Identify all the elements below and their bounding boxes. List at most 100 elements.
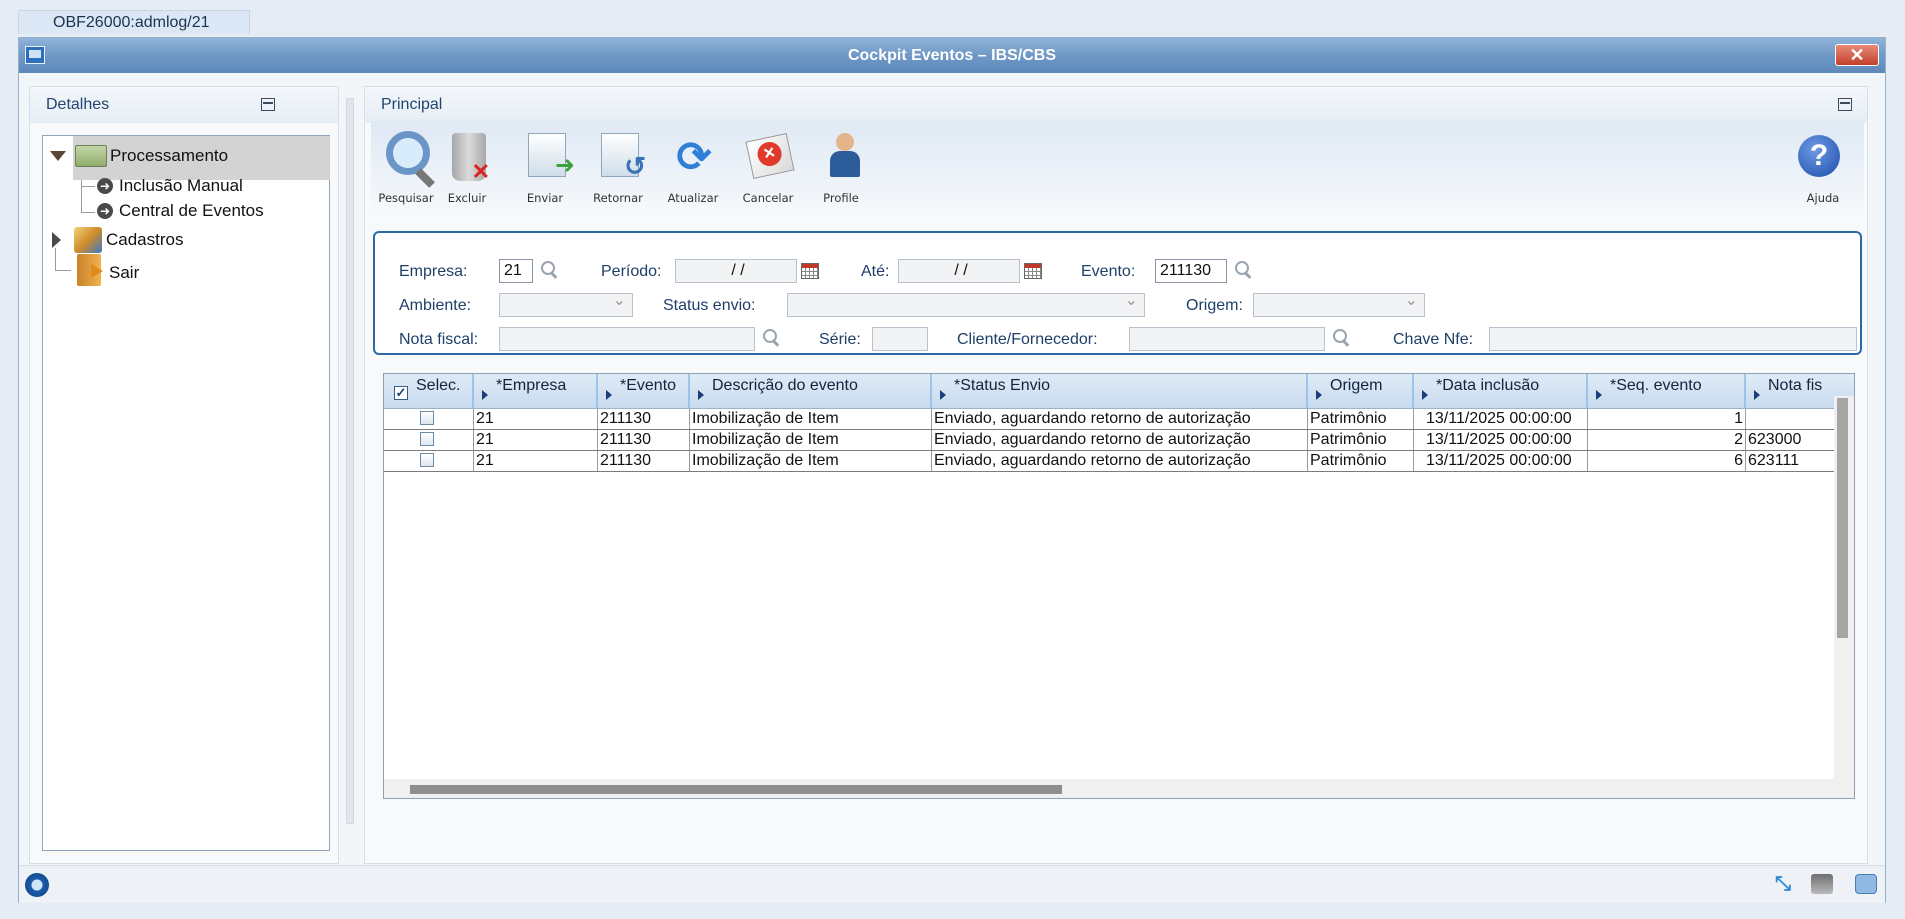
retornar-button[interactable]: Retornar	[583, 127, 653, 213]
profile-label: Profile	[823, 191, 859, 205]
status-bar: ⤡	[19, 865, 1885, 903]
cell-empresa: 21	[474, 451, 598, 471]
chave-nfe-input[interactable]	[1489, 327, 1857, 351]
table-row[interactable]: 21 211130 Imobilização de Item Enviado, …	[384, 430, 1854, 451]
return-document-icon	[601, 133, 646, 182]
grid-header: ✓ Selec. *Empresa *Evento Descrição do e…	[384, 374, 1854, 409]
main-window: Cockpit Eventos – IBS/CBS ✕ Detalhes Pro…	[18, 37, 1886, 903]
table-row[interactable]: 21 211130 Imobilização de Item Enviado, …	[384, 451, 1854, 472]
row-checkbox[interactable]	[420, 453, 434, 467]
excluir-button[interactable]: Excluir	[432, 127, 502, 213]
events-grid: ✓ Selec. *Empresa *Evento Descrição do e…	[383, 373, 1855, 799]
origem-select[interactable]	[1253, 290, 1425, 317]
empresa-input[interactable]: 21	[499, 259, 533, 283]
column-header-descricao[interactable]: Descrição do evento	[690, 374, 932, 408]
row-checkbox[interactable]	[420, 411, 434, 425]
periodo-calendar-icon[interactable]	[801, 263, 819, 279]
ajuda-button[interactable]: ? Ajuda	[1788, 127, 1858, 213]
column-header-status-envio[interactable]: *Status Envio	[932, 374, 1308, 408]
cell-data: 13/11/2025 00:00:00	[1414, 430, 1588, 450]
periodo-label: Período:	[601, 263, 662, 280]
ambiente-label: Ambiente:	[399, 297, 472, 314]
nota-fiscal-lookup-icon[interactable]	[763, 329, 779, 345]
chat-icon[interactable]	[1855, 874, 1877, 894]
enviar-button[interactable]: Enviar	[510, 127, 580, 213]
tree-item-inclusao-manual[interactable]: Inclusão Manual	[119, 176, 243, 196]
ambiente-select[interactable]	[499, 290, 633, 317]
window-title: Cockpit Eventos – IBS/CBS	[847, 47, 1057, 64]
ate-label: Até:	[861, 263, 890, 280]
column-header-empresa[interactable]: *Empresa	[474, 374, 598, 408]
enviar-label: Enviar	[526, 191, 564, 205]
select-all-checkbox[interactable]: ✓	[394, 386, 408, 400]
arrow-circle-icon: ➜	[97, 178, 113, 194]
periodo-input[interactable]: / /	[675, 259, 797, 283]
tree-label-processamento[interactable]: Processamento	[110, 146, 228, 166]
arrow-circle-icon: ➜	[97, 203, 113, 219]
profile-button[interactable]: Profile	[806, 127, 876, 213]
column-header-selec[interactable]: ✓ Selec.	[384, 374, 474, 408]
cell-evento: 211130	[598, 409, 690, 429]
column-header-origem[interactable]: Origem	[1308, 374, 1414, 408]
ate-input[interactable]: / /	[898, 259, 1020, 283]
help-icon: ?	[1798, 135, 1840, 177]
table-row[interactable]: 21 211130 Imobilização de Item Enviado, …	[384, 409, 1854, 430]
expand-arrow-icon[interactable]	[50, 151, 66, 161]
cancelar-button[interactable]: Cancelar	[733, 127, 803, 213]
serie-input[interactable]	[872, 327, 928, 351]
resize-icon[interactable]: ⤡	[1775, 874, 1797, 894]
window-tab[interactable]: OBF26000:admlog/21	[18, 10, 250, 34]
cell-nota: 623111	[1748, 452, 1800, 469]
cell-empresa: 21	[474, 409, 598, 429]
cell-seq: 1	[1588, 409, 1746, 429]
evento-label: Evento:	[1081, 263, 1136, 280]
cell-descricao: Imobilização de Item	[690, 451, 932, 471]
close-button[interactable]: ✕	[1835, 44, 1879, 66]
toolbar: Pesquisar Excluir Enviar Retornar ⟳ Atua…	[371, 121, 1864, 223]
evento-input[interactable]: 211130	[1155, 259, 1227, 283]
pesquisar-button[interactable]: Pesquisar	[371, 127, 441, 213]
cell-seq: 6	[1588, 451, 1746, 471]
serie-label: Série:	[819, 331, 861, 348]
cell-seq: 2	[1588, 430, 1746, 450]
row-checkbox[interactable]	[420, 432, 434, 446]
collapse-arrow-icon[interactable]	[52, 232, 61, 248]
tree-item-cadastros[interactable]: Cadastros	[106, 230, 183, 250]
column-header-data-inclusao[interactable]: *Data inclusão	[1414, 374, 1588, 408]
cliente-fornecedor-input[interactable]	[1129, 327, 1325, 351]
cell-nota	[1746, 409, 1834, 429]
minimize-panel-icon[interactable]	[1838, 98, 1852, 111]
status-envio-select[interactable]	[787, 290, 1145, 317]
folder-open-icon	[75, 145, 107, 167]
minimize-panel-icon[interactable]	[261, 98, 275, 111]
trash-icon	[452, 133, 490, 185]
cell-nota: 623000	[1748, 431, 1802, 448]
tree-item-central-eventos[interactable]: Central de Eventos	[119, 201, 264, 221]
cell-descricao: Imobilização de Item	[690, 430, 932, 450]
cell-evento: 211130	[598, 430, 690, 450]
cliente-fornecedor-lookup-icon[interactable]	[1333, 329, 1349, 345]
column-header-evento[interactable]: *Evento	[598, 374, 690, 408]
horizontal-scroll-thumb[interactable]	[410, 785, 1062, 794]
cell-status: Enviado, aguardando retorno de autorizaç…	[932, 451, 1308, 471]
origem-label: Origem:	[1186, 297, 1243, 314]
column-header-seq-evento[interactable]: *Seq. evento	[1588, 374, 1746, 408]
cancelar-label: Cancelar	[742, 191, 794, 205]
cancel-icon	[745, 133, 795, 179]
vertical-scroll-thumb[interactable]	[1837, 398, 1848, 638]
app-logo-icon[interactable]	[25, 873, 49, 897]
details-panel: Detalhes Processamento ➜ Inclusão Manual…	[29, 86, 339, 864]
magnifier-icon	[386, 131, 430, 175]
empresa-lookup-icon[interactable]	[541, 261, 557, 277]
ate-calendar-icon[interactable]	[1024, 263, 1042, 279]
tree-item-sair[interactable]: Sair	[109, 263, 139, 283]
print-icon[interactable]	[1811, 874, 1833, 894]
evento-lookup-icon[interactable]	[1235, 261, 1251, 277]
panel-splitter[interactable]	[346, 98, 354, 824]
cell-evento: 211130	[598, 451, 690, 471]
refresh-icon: ⟳	[676, 133, 712, 180]
atualizar-button[interactable]: ⟳ Atualizar	[658, 127, 728, 213]
nota-fiscal-input[interactable]	[499, 327, 755, 351]
atualizar-label: Atualizar	[667, 191, 719, 205]
pesquisar-label: Pesquisar	[378, 191, 434, 205]
